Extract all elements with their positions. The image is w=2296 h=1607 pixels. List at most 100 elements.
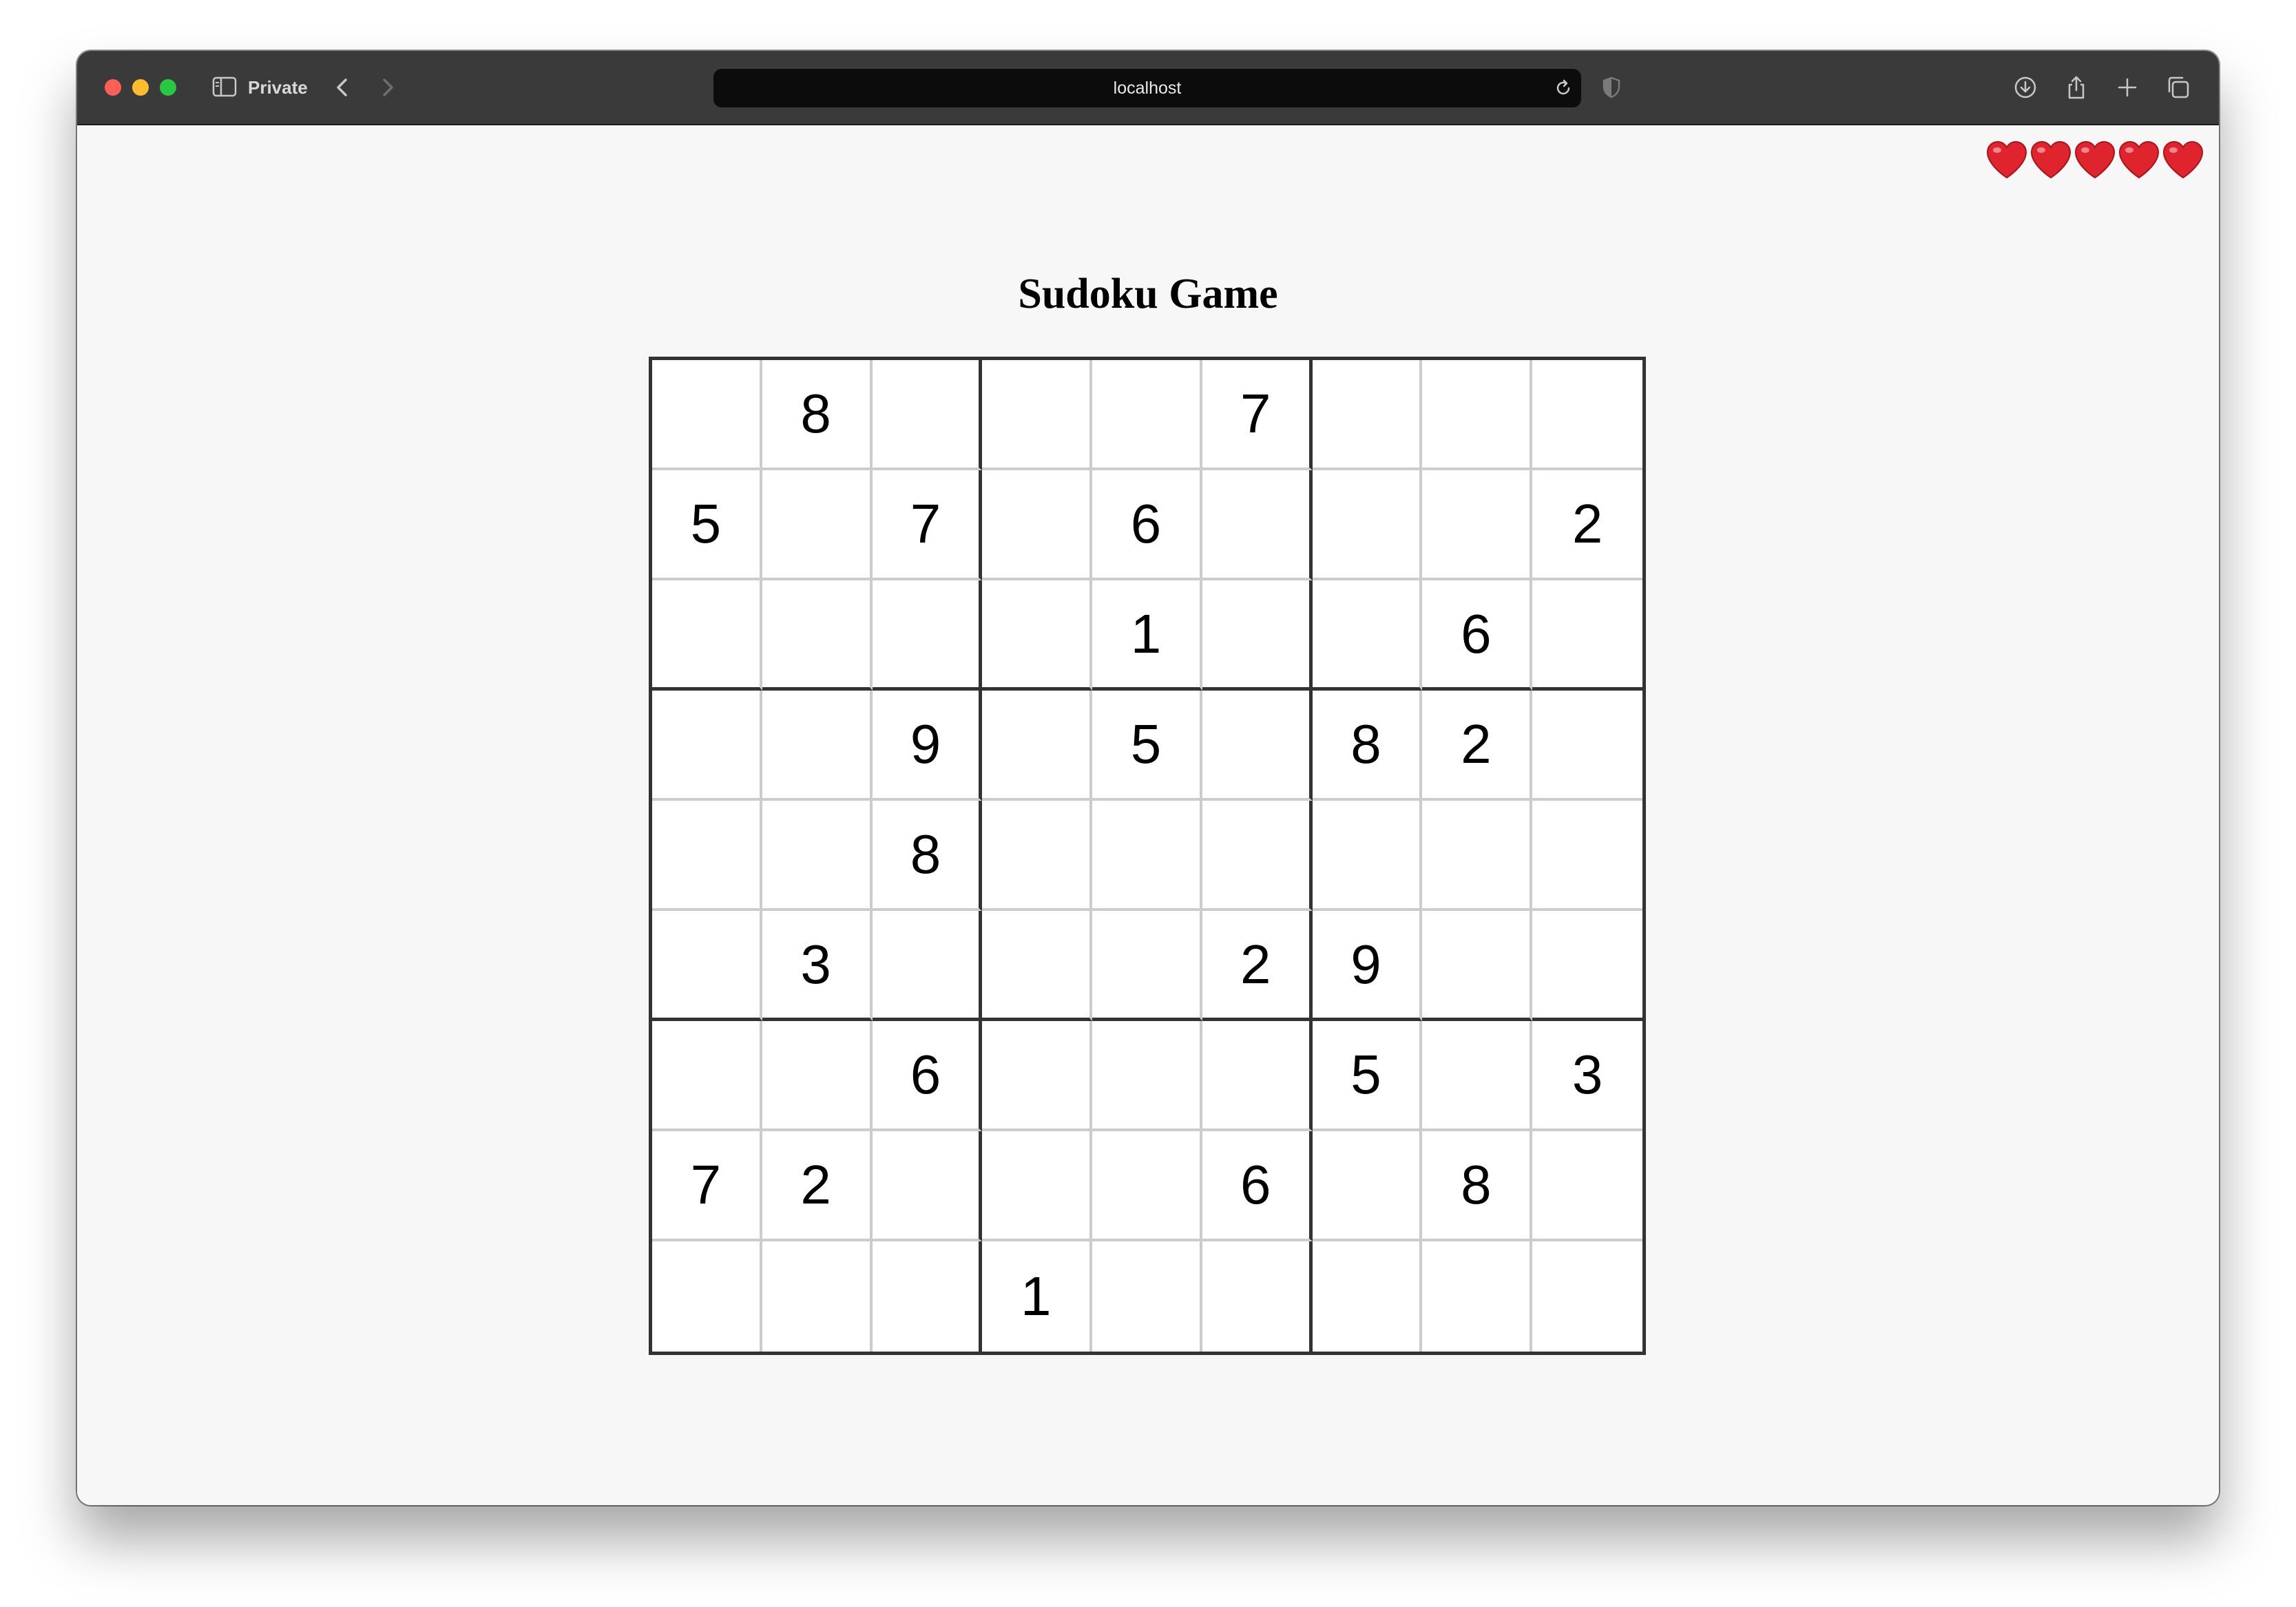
sudoku-cell[interactable] <box>1202 470 1313 580</box>
sudoku-cell[interactable] <box>652 1241 762 1352</box>
sudoku-cell[interactable] <box>872 580 983 691</box>
heart-icon <box>2074 140 2116 179</box>
sudoku-cell[interactable] <box>652 691 762 801</box>
share-icon[interactable] <box>2063 74 2089 101</box>
sudoku-cell[interactable] <box>1532 911 1642 1021</box>
sudoku-cell[interactable] <box>1532 1131 1642 1241</box>
sudoku-cell[interactable] <box>1532 360 1642 470</box>
sudoku-cell[interactable] <box>652 911 762 1021</box>
zoom-window-button[interactable] <box>160 79 176 96</box>
sudoku-cell[interactable] <box>762 470 873 580</box>
new-tab-icon[interactable] <box>2114 74 2140 101</box>
sudoku-cell[interactable] <box>1422 801 1533 911</box>
sudoku-cell[interactable]: 3 <box>762 911 873 1021</box>
sudoku-cell[interactable] <box>1092 1241 1202 1352</box>
tab-overview-icon[interactable] <box>2165 74 2191 101</box>
sudoku-cell[interactable] <box>1312 470 1423 580</box>
sudoku-cell[interactable] <box>872 911 983 1021</box>
back-icon[interactable] <box>332 76 353 99</box>
minimize-window-button[interactable] <box>132 79 149 96</box>
sudoku-cell[interactable] <box>982 470 1093 580</box>
sudoku-cell[interactable]: 8 <box>762 360 873 470</box>
page-title: Sudoku Game <box>1018 271 1278 317</box>
sudoku-cell[interactable]: 1 <box>1092 580 1202 691</box>
reload-icon[interactable] <box>1554 78 1573 98</box>
sudoku-cell[interactable] <box>762 691 873 801</box>
sudoku-cell[interactable] <box>1202 691 1313 801</box>
sudoku-cell[interactable] <box>762 1241 873 1352</box>
sudoku-cell[interactable] <box>1202 1021 1313 1131</box>
sudoku-cell[interactable] <box>982 360 1093 470</box>
sudoku-cell[interactable]: 7 <box>1202 360 1313 470</box>
sudoku-cell[interactable] <box>762 580 873 691</box>
sudoku-cell[interactable]: 2 <box>1202 911 1313 1021</box>
sudoku-cell[interactable] <box>982 1131 1093 1241</box>
sudoku-cell[interactable] <box>982 911 1093 1021</box>
sudoku-cell[interactable]: 3 <box>1532 1021 1642 1131</box>
sudoku-cell[interactable]: 2 <box>1422 691 1533 801</box>
address-bar[interactable]: localhost <box>713 69 1581 107</box>
sudoku-cell[interactable] <box>1422 470 1533 580</box>
sudoku-cell[interactable] <box>762 801 873 911</box>
sudoku-cell[interactable] <box>1532 1241 1642 1352</box>
sudoku-cell[interactable]: 6 <box>1422 580 1533 691</box>
sudoku-cell[interactable] <box>872 1131 983 1241</box>
sudoku-cell[interactable] <box>1422 1241 1533 1352</box>
sudoku-cell[interactable] <box>1312 1131 1423 1241</box>
sudoku-cell[interactable] <box>652 801 762 911</box>
sudoku-cell[interactable] <box>1312 1241 1423 1352</box>
sudoku-cell[interactable] <box>1092 360 1202 470</box>
sudoku-cell[interactable]: 5 <box>1312 1021 1423 1131</box>
sudoku-cell[interactable] <box>982 1021 1093 1131</box>
sudoku-cell[interactable] <box>1532 691 1642 801</box>
sudoku-cell[interactable]: 5 <box>652 470 762 580</box>
sudoku-cell[interactable] <box>872 360 983 470</box>
sudoku-cell[interactable] <box>1422 911 1533 1021</box>
sudoku-cell[interactable] <box>1092 1021 1202 1131</box>
sudoku-cell[interactable] <box>1312 580 1423 691</box>
browser-toolbar: Private localhost <box>77 51 2219 125</box>
sudoku-cell[interactable] <box>982 691 1093 801</box>
sudoku-cell[interactable] <box>1202 801 1313 911</box>
sudoku-cell[interactable]: 9 <box>872 691 983 801</box>
sudoku-cell[interactable] <box>1532 580 1642 691</box>
sudoku-cell[interactable] <box>982 580 1093 691</box>
sudoku-cell[interactable] <box>1092 801 1202 911</box>
sudoku-cell[interactable] <box>1312 360 1423 470</box>
sudoku-cell[interactable]: 7 <box>652 1131 762 1241</box>
sudoku-cell[interactable]: 8 <box>872 801 983 911</box>
sudoku-cell[interactable] <box>1092 911 1202 1021</box>
sudoku-cell[interactable]: 8 <box>1422 1131 1533 1241</box>
sudoku-cell[interactable] <box>652 1021 762 1131</box>
sudoku-cell[interactable] <box>1312 801 1423 911</box>
sidebar-icon[interactable] <box>212 76 237 97</box>
download-icon[interactable] <box>2012 74 2038 101</box>
sudoku-cell[interactable] <box>652 580 762 691</box>
sudoku-cell[interactable] <box>1532 801 1642 911</box>
sudoku-cell[interactable] <box>872 1241 983 1352</box>
sudoku-board: 875762169582832965372681 <box>649 357 1646 1355</box>
sudoku-cell[interactable]: 6 <box>872 1021 983 1131</box>
sudoku-cell[interactable]: 5 <box>1092 691 1202 801</box>
sudoku-cell[interactable]: 6 <box>1202 1131 1313 1241</box>
sudoku-cell[interactable] <box>1202 1241 1313 1352</box>
sudoku-cell[interactable]: 2 <box>1532 470 1642 580</box>
sudoku-cell[interactable]: 9 <box>1312 911 1423 1021</box>
sudoku-cell[interactable] <box>982 801 1093 911</box>
privacy-shield-icon[interactable] <box>1602 76 1621 99</box>
sudoku-cell[interactable]: 2 <box>762 1131 873 1241</box>
sudoku-cell[interactable]: 1 <box>982 1241 1093 1352</box>
sudoku-cell[interactable] <box>762 1021 873 1131</box>
sudoku-cell[interactable]: 8 <box>1312 691 1423 801</box>
close-window-button[interactable] <box>105 79 121 96</box>
sudoku-cell[interactable]: 6 <box>1092 470 1202 580</box>
url-text: localhost <box>1113 78 1182 98</box>
sudoku-cell[interactable] <box>1202 580 1313 691</box>
sudoku-cell[interactable]: 7 <box>872 470 983 580</box>
sudoku-cell[interactable] <box>652 360 762 470</box>
sudoku-cell[interactable] <box>1092 1131 1202 1241</box>
page-content: Sudoku Game 875762169582832965372681 <box>77 125 2219 1505</box>
sudoku-cell[interactable] <box>1422 1021 1533 1131</box>
sudoku-cell[interactable] <box>1422 360 1533 470</box>
forward-icon[interactable] <box>377 76 398 99</box>
